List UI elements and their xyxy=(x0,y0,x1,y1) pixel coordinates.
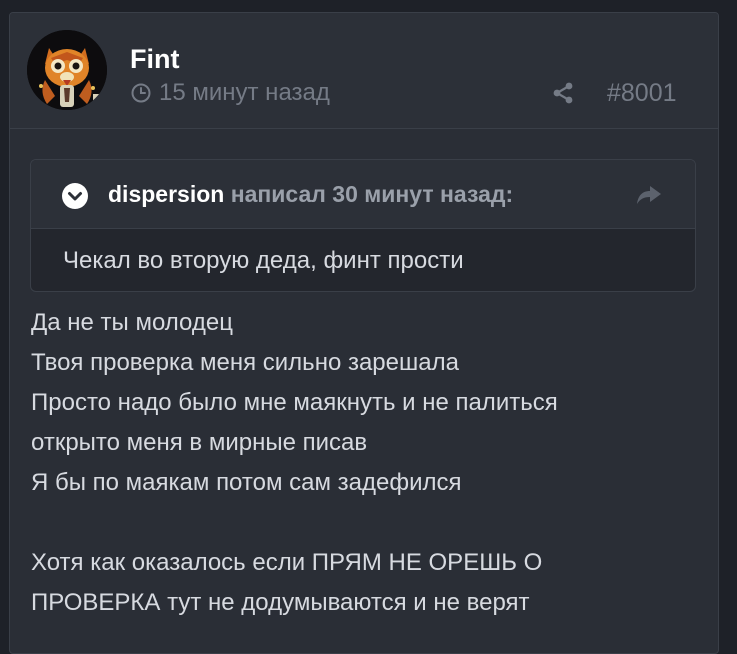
chevron-down-circle-icon[interactable] xyxy=(62,183,88,209)
share-icon[interactable] xyxy=(551,81,575,105)
post-message: Да не ты молодец Твоя проверка меня силь… xyxy=(31,303,558,623)
quote-meta: написал 30 минут назад: xyxy=(230,181,514,207)
post-author-name[interactable]: Fint xyxy=(130,43,179,75)
avatar[interactable] xyxy=(27,30,107,110)
message-line: Я бы по маякам потом сам задефился xyxy=(31,469,462,496)
quote-text: Чекал во вторую деда, финт прости xyxy=(63,247,464,274)
quote-header[interactable]: dispersion написал 30 минут назад: xyxy=(31,160,695,229)
clock-icon xyxy=(131,83,151,103)
avatar-image xyxy=(27,30,107,110)
message-line: открыто меня в мирные писав xyxy=(31,429,368,456)
quote-block: dispersion написал 30 минут назад: Чекал… xyxy=(30,159,696,292)
message-line: Твоя проверка меня сильно зарешала xyxy=(31,349,459,376)
quote-title: dispersion написал 30 минут назад: xyxy=(108,179,513,209)
post-header: Fint 15 минут назад #8001 xyxy=(10,13,718,129)
message-line: Хотя как оказалось если ПРЯМ НЕ ОРЕШЬ О xyxy=(31,549,543,576)
reply-arrow-icon[interactable] xyxy=(636,184,662,206)
message-line: Да не ты молодец xyxy=(31,309,233,336)
post-number-link[interactable]: #8001 xyxy=(607,79,677,107)
message-line xyxy=(31,503,558,543)
post-card: Fint 15 минут назад #8001 dispersion нап… xyxy=(9,12,719,654)
message-line: Просто надо было мне маякнуть и не палит… xyxy=(31,389,558,416)
post-time-text: 15 минут назад xyxy=(159,79,330,106)
message-line: ПРОВЕРКА тут не додумываются и не верят xyxy=(31,589,530,616)
quote-author-name[interactable]: dispersion xyxy=(108,181,224,207)
post-timestamp[interactable]: 15 минут назад xyxy=(130,79,330,107)
